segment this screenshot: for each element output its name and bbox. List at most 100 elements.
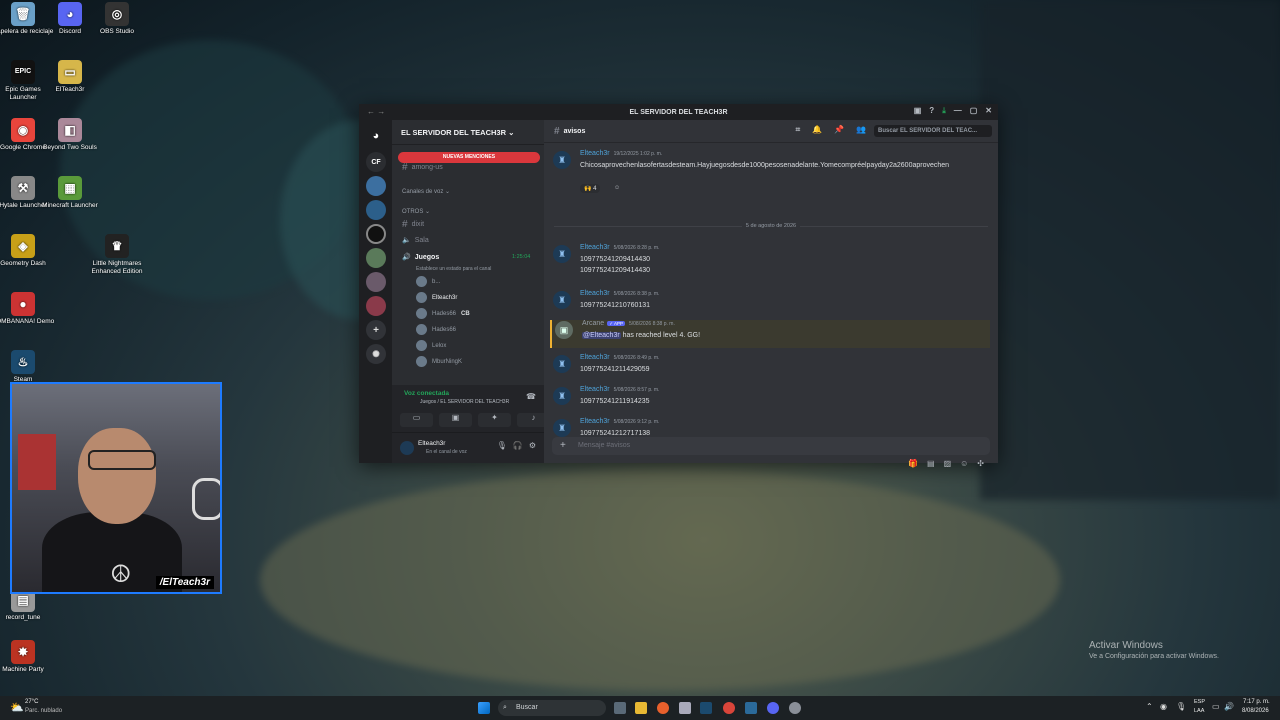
category-otros[interactable]: OTROS ⌄ (402, 208, 430, 215)
activities-button[interactable]: ✦ (478, 413, 511, 427)
minimize-button[interactable]: — (954, 106, 962, 116)
bell-icon[interactable]: 🔔 (812, 125, 822, 135)
reaction-chip[interactable]: 🙌 4 ☺ (580, 184, 620, 193)
volume-icon[interactable]: 🔊 (1224, 702, 1234, 711)
notepad-icon[interactable] (679, 702, 691, 714)
firefox-icon[interactable] (657, 702, 669, 714)
channel-status[interactable]: Establece un estado para el canal (416, 266, 491, 272)
camera-button[interactable]: ▭ (400, 413, 433, 427)
members-icon[interactable]: 👥 (856, 125, 866, 135)
voice-location[interactable]: Juegos / EL SERVIDOR DEL TEACH3R (420, 399, 509, 405)
inbox-icon[interactable]: ▣ (914, 106, 922, 116)
desktop-icon[interactable]: ✸ Machine Party (0, 640, 55, 674)
screen-share-button[interactable]: ▣ (439, 413, 472, 427)
tray-chevron-icon[interactable]: ⌃ (1146, 702, 1153, 711)
gift-icon[interactable]: 🎁 (908, 455, 918, 473)
message-author[interactable]: Elteach3r 5/08/2026 8:49 p. m. (580, 354, 659, 361)
voice-user[interactable]: Hades66 (416, 324, 456, 335)
voice-user[interactable]: Elteach3r (416, 292, 457, 303)
message[interactable]: ♜ Elteach3r 19/12/2025 1:02 p. m. Chicosapr… (550, 150, 990, 193)
server-icon[interactable] (366, 272, 386, 292)
chrome-icon[interactable] (723, 702, 735, 714)
user-mention[interactable]: @Elteach3r (582, 332, 621, 339)
server-icon[interactable] (366, 224, 386, 244)
add-reaction-icon[interactable]: ☺ (614, 185, 620, 191)
avatar[interactable]: ♜ (553, 291, 571, 309)
desktop-icon[interactable]: ▦ Minecraft Launcher (38, 176, 102, 210)
emoji-icon[interactable]: ☺ (960, 455, 968, 473)
discord-home-icon[interactable]: ◕ (366, 126, 386, 146)
channel-juegos[interactable]: 🔊 Juegos (402, 253, 439, 262)
message[interactable]: ♜ Elteach3r 5/08/2026 8:49 p. m. 1097752412… (550, 354, 990, 382)
desktop-icon[interactable]: ● BOMBANANA! Demo (0, 292, 55, 326)
avatar[interactable]: ♜ (553, 419, 571, 437)
desktop-icon[interactable]: ◈ Geometry Dash (0, 234, 55, 268)
server-icon-cf[interactable]: CF (366, 152, 386, 172)
back-forward-icon[interactable]: ← → (367, 107, 385, 116)
settings-icon[interactable] (789, 702, 801, 714)
channel-dixit[interactable]: # dixit (402, 219, 424, 230)
avatar[interactable]: ♜ (553, 151, 571, 169)
clock-date[interactable]: 8/08/2026 (1242, 708, 1269, 714)
microphone-icon[interactable]: 🎙 (497, 441, 507, 450)
avatar[interactable]: ♜ (553, 355, 571, 373)
message[interactable]: ♜ Elteach3r 5/08/2026 8:57 p. m. 1097752412… (550, 386, 990, 414)
discord-icon[interactable] (767, 702, 779, 714)
avatar[interactable]: ♜ (553, 387, 571, 405)
network-icon[interactable]: ▭ (1212, 702, 1220, 711)
task-view-icon[interactable] (614, 702, 626, 714)
download-icon[interactable]: ⤓ (942, 106, 946, 116)
apps-icon[interactable]: ✣ (977, 455, 984, 473)
gif-icon[interactable]: ▤ (927, 455, 935, 473)
weather-temp[interactable]: 27°C (25, 699, 38, 705)
message-author[interactable]: Elteach3r 5/08/2026 8:38 p. m. (580, 290, 659, 297)
category-voice[interactable]: Canales de voz ⌄ (402, 188, 450, 195)
server-name[interactable]: EL SERVIDOR DEL TEACH3R ⌄ (392, 120, 544, 145)
maximize-button[interactable]: ▢ (970, 106, 978, 116)
steam-icon[interactable] (700, 702, 712, 714)
threads-icon[interactable]: ⌗ (796, 125, 801, 135)
desktop-icon[interactable]: ▭ ElTeach3r (38, 60, 102, 94)
search-input[interactable]: Buscar EL SERVIDOR DEL TEAC... (874, 125, 992, 137)
avatar[interactable]: ♜ (553, 245, 571, 263)
channel-among-us[interactable]: # among-us (402, 162, 443, 173)
server-icon[interactable] (366, 296, 386, 316)
message-composer[interactable]: + Mensaje #avisos 🎁 ▤ ▨ ☺ ✣ (552, 437, 990, 468)
file-explorer-icon[interactable] (635, 702, 647, 714)
desktop-icon[interactable]: ♛ Little Nightmares Enhanced Edition (85, 234, 149, 276)
explore-icon[interactable]: ✺ (366, 344, 386, 364)
server-icon[interactable] (366, 248, 386, 268)
close-button[interactable]: ✕ (985, 106, 992, 116)
gear-icon[interactable]: ⚙ (529, 441, 536, 450)
headphones-icon[interactable]: 🎧 (513, 441, 523, 450)
avatar[interactable] (400, 441, 414, 455)
clock-time[interactable]: 7:17 p. m. (1243, 699, 1270, 705)
help-icon[interactable]: ? (929, 106, 934, 116)
add-attachment-icon[interactable]: + (560, 437, 566, 455)
pin-icon[interactable]: 📌 (834, 125, 844, 135)
message[interactable]: ♜ Elteach3r 5/08/2026 8:28 p. m. 1097752412… (550, 244, 990, 274)
language-layout[interactable]: LAA (1194, 708, 1204, 714)
message[interactable]: ▣ Arcane ✓ APP 5/08/2026 8:38 p. m. @Elteach… (550, 320, 990, 348)
discord-window[interactable]: ← → EL SERVIDOR DEL TEACH3R ▣ ? ⤓ — ▢ ✕ … (359, 104, 998, 468)
steam-icon[interactable] (745, 702, 757, 714)
server-icon[interactable] (366, 200, 386, 220)
add-server-icon[interactable]: + (366, 320, 386, 340)
desktop-icon[interactable]: ◧ Beyond Two Souls (38, 118, 102, 152)
message-author[interactable]: Elteach3r 5/08/2026 8:28 p. m. (580, 244, 659, 251)
sticker-icon[interactable]: ▨ (944, 455, 952, 473)
weather-desc[interactable]: Parc. nublado (25, 708, 62, 714)
desktop-icon[interactable]: ♨ Steam (0, 350, 55, 384)
message-author[interactable]: Elteach3r 5/08/2026 8:57 p. m. (580, 386, 659, 393)
message-author[interactable]: Elteach3r 5/08/2026 9:12 p. m. (580, 418, 659, 425)
taskbar-search[interactable]: ⌕ Buscar (498, 700, 606, 716)
disconnect-icon[interactable]: ☎ (526, 392, 536, 401)
server-icon[interactable] (366, 176, 386, 196)
tray-app-icon[interactable]: ◉ (1160, 702, 1167, 711)
desktop-icon[interactable]: ◎ OBS Studio (85, 2, 149, 36)
language-code[interactable]: ESP (1194, 699, 1205, 705)
avatar[interactable]: ▣ (555, 321, 573, 339)
voice-user[interactable]: MburNingK (416, 356, 462, 367)
channel-sala[interactable]: 🔈 Sala (402, 236, 429, 245)
microphone-tray-icon[interactable]: 🎙 (1176, 702, 1186, 711)
